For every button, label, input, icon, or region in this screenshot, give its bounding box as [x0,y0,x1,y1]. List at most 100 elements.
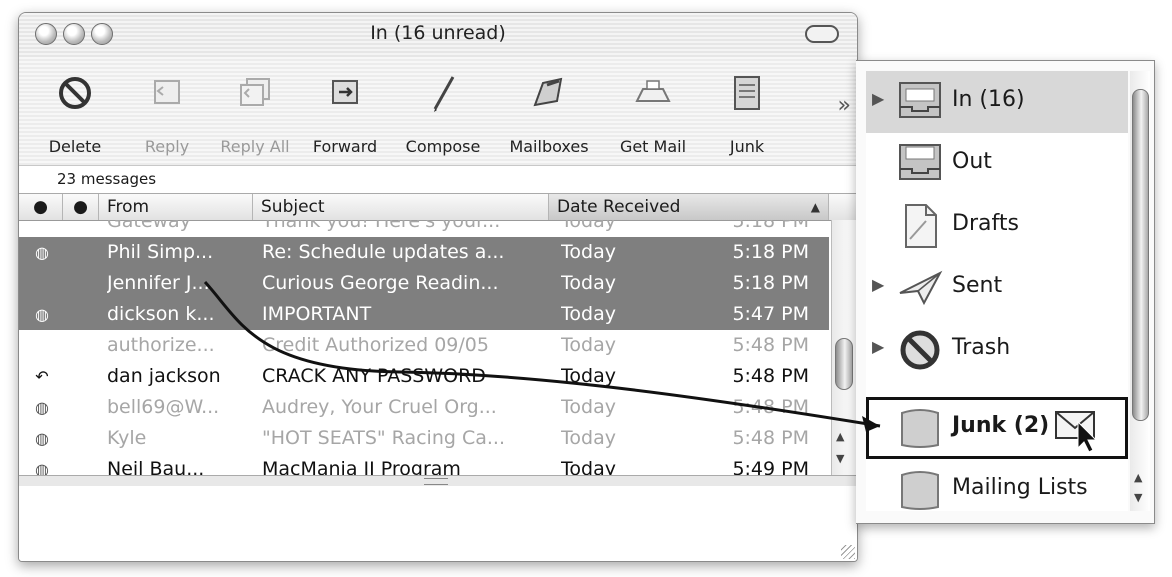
message-date: Today [561,458,616,475]
mailbox-label: Out [952,149,992,174]
scroll-down-arrow-icon[interactable]: ▼ [836,452,844,465]
junk-label: Junk [729,137,765,156]
reply-label: Reply [144,137,190,156]
mailbox-item-out[interactable]: Out [866,133,1128,195]
mailbox-item-trash[interactable]: ▶ Trash [866,319,1128,381]
toolbar: Delete Reply Reply All Forward Compose M… [19,57,857,165]
message-time: 5:48 PM [732,365,809,387]
message-subject: Audrey, Your Cruel Org... [262,396,497,418]
message-from: dickson k... [107,303,215,325]
message-list[interactable]: Gateway Thank you! Here's your... Today … [19,220,829,475]
date-received-column-header[interactable]: Date Received ▲ [549,194,829,220]
disclosure-triangle-icon[interactable]: ▶ [872,89,884,108]
message-row[interactable]: ◍ dickson k... IMPORTANT Today 5:47 PM [19,299,829,330]
message-list-scroll-thumb[interactable] [835,338,853,390]
get-mail-icon [635,80,671,102]
mailbox-item-sent[interactable]: ▶ Sent [866,257,1128,319]
message-subject: CRACK ANY PASSWORD [262,365,486,387]
drafts-page-icon [905,204,937,248]
delete-icon [59,77,91,109]
message-list-scrollbar[interactable]: ▲ ▼ [831,220,856,475]
mailbox-label: Trash [952,335,1011,360]
window-title: In (16 unread) [370,22,506,44]
split-grip-icon[interactable] [424,478,448,485]
reply-icon [154,80,180,104]
mailbox-drawer-scrollbar[interactable]: ▲ ▼ [1130,71,1150,511]
message-row[interactable]: ◍ Phil Simp... Re: Schedule updates a...… [19,237,829,268]
mailboxes-button[interactable]: Mailboxes [499,71,599,156]
scroll-down-arrow-icon[interactable]: ▼ [1134,491,1142,504]
message-from: Neil Bau... [107,458,205,475]
scroll-up-arrow-icon[interactable]: ▲ [836,430,844,443]
message-from: Phil Simp... [107,241,214,263]
junk-icon [734,76,760,110]
message-row[interactable]: ↶ dan jackson CRACK ANY PASSWORD Today 5… [19,361,829,392]
drag-messages-cursor-icon [1055,411,1098,453]
window-resize-grip[interactable] [841,545,855,559]
toolbar-overflow-chevron-icon[interactable]: » [838,93,851,118]
message-date: Today [561,396,616,418]
status-column-header[interactable]: ● [63,194,99,220]
message-time: 5:49 PM [732,458,809,475]
compose-label: Compose [405,137,481,156]
mailbox-item-drafts[interactable]: Drafts [866,195,1128,257]
delete-button[interactable]: Delete [25,71,125,156]
mailing-lists-folder-icon [901,471,939,510]
reply-all-label: Reply All [220,137,290,156]
disclosure-triangle-icon[interactable]: ▶ [872,275,884,294]
mailbox-item-mailing-lists[interactable]: Mailing Lists [866,459,1128,511]
message-from: Gateway [107,220,191,232]
message-time: 5:18 PM [732,272,809,294]
message-preview-pane [19,486,857,561]
forward-icon [332,80,358,104]
title-bar[interactable]: In (16 unread) [19,13,857,57]
message-date: Today [561,365,616,387]
compose-button[interactable]: Compose [393,71,493,156]
mail-window: In (16 unread) Delete Reply Reply All Fo… [18,12,858,562]
message-time: 5:18 PM [732,241,809,263]
scroll-up-arrow-icon[interactable]: ▲ [1134,471,1142,484]
get-mail-button[interactable]: Get Mail [603,71,703,156]
message-time: 5:48 PM [732,396,809,418]
mailbox-drawer-scroll-thumb[interactable] [1132,89,1149,421]
reply-button[interactable]: Reply [117,71,217,156]
message-row[interactable]: ◍ bell69@W... Audrey, Your Cruel Org... … [19,392,829,423]
message-row[interactable]: authorize... Credit Authorized 09/05 Tod… [19,330,829,361]
unread-column-header[interactable]: ● [19,194,63,220]
message-date: Today [561,303,616,325]
message-date: Today [561,272,616,294]
column-header-row: ● ● From Subject Date Received ▲ [19,193,857,221]
message-date: Today [561,241,616,263]
message-row[interactable]: ◍ Kyle "HOT SEATS" Racing Ca... Today 5:… [19,423,829,454]
message-from: dan jackson [107,365,221,387]
disclosure-triangle-icon[interactable]: ▶ [872,337,884,356]
from-column-header[interactable]: From [99,194,253,220]
message-row[interactable]: Jennifer J... Curious George Readin... T… [19,268,829,299]
message-subject: Credit Authorized 09/05 [262,334,489,356]
replied-status-icon: ↶ [35,367,49,386]
message-row[interactable]: ◍ Neil Bau... MacMania II Program Today … [19,454,829,475]
outbox-tray-icon [899,144,941,180]
message-date: Today [561,334,616,356]
message-subject: "HOT SEATS" Racing Ca... [262,427,505,449]
message-row[interactable]: Gateway Thank you! Here's your... Today … [19,220,829,237]
subject-column-header[interactable]: Subject [253,194,549,220]
toolbar-toggle-button[interactable] [805,25,839,43]
mailbox-label: In (16) [952,87,1025,112]
reply-all-icon [240,78,270,106]
mailbox-item-in[interactable]: ▶ In (16) [866,71,1128,133]
inbox-tray-icon [899,82,941,118]
mailbox-label: Drafts [952,211,1019,236]
message-subject: Curious George Readin... [262,272,499,294]
message-from: Kyle [107,427,147,449]
sent-plane-icon [899,270,943,306]
message-count: 23 messages [19,165,857,193]
reply-all-button[interactable]: Reply All [205,71,305,156]
message-time: 5:47 PM [732,303,809,325]
delete-label: Delete [48,137,102,156]
forward-button[interactable]: Forward [295,71,395,156]
date-received-header-label: Date Received [557,197,681,217]
junk-status-icon: ◍ [35,429,49,448]
junk-button[interactable]: Junk [697,71,797,156]
message-time: 5:48 PM [732,334,809,356]
